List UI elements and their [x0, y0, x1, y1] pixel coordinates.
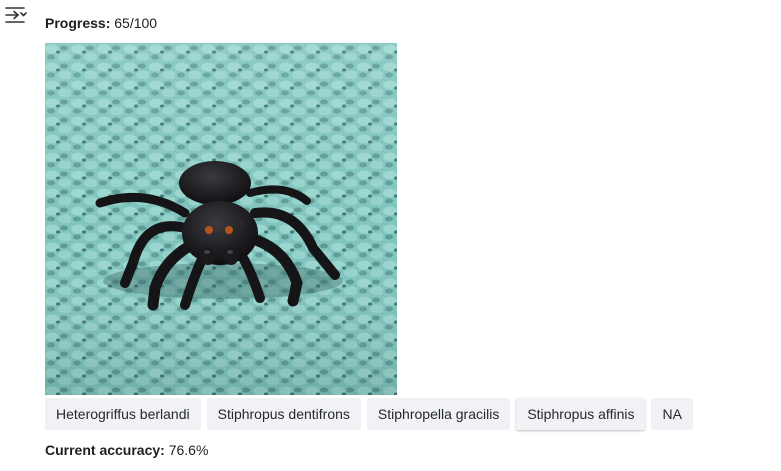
- choice-na-button[interactable]: NA: [651, 398, 693, 430]
- choice-heterogriffus-berlandi-button[interactable]: Heterogriffus berlandi: [45, 398, 201, 430]
- accuracy-indicator: Current accuracy: 76.6%: [45, 441, 208, 459]
- accuracy-value: 76.6%: [168, 442, 209, 458]
- choice-stiphropus-affinis-button[interactable]: Stiphropus affinis: [516, 398, 646, 430]
- progress-indicator: Progress: 65/100: [45, 14, 157, 32]
- progress-label: Progress:: [45, 15, 111, 31]
- specimen-image: [45, 43, 397, 395]
- collapse-sidebar-icon[interactable]: [4, 5, 28, 27]
- answer-choices: Heterogriffus berlandi Stiphropus dentif…: [45, 398, 693, 430]
- choice-stiphropella-gracilis-button[interactable]: Stiphropella gracilis: [366, 398, 511, 430]
- progress-value: 65/100: [114, 15, 158, 31]
- accuracy-label: Current accuracy:: [45, 442, 165, 458]
- choice-stiphropus-dentifrons-button[interactable]: Stiphropus dentifrons: [206, 398, 361, 430]
